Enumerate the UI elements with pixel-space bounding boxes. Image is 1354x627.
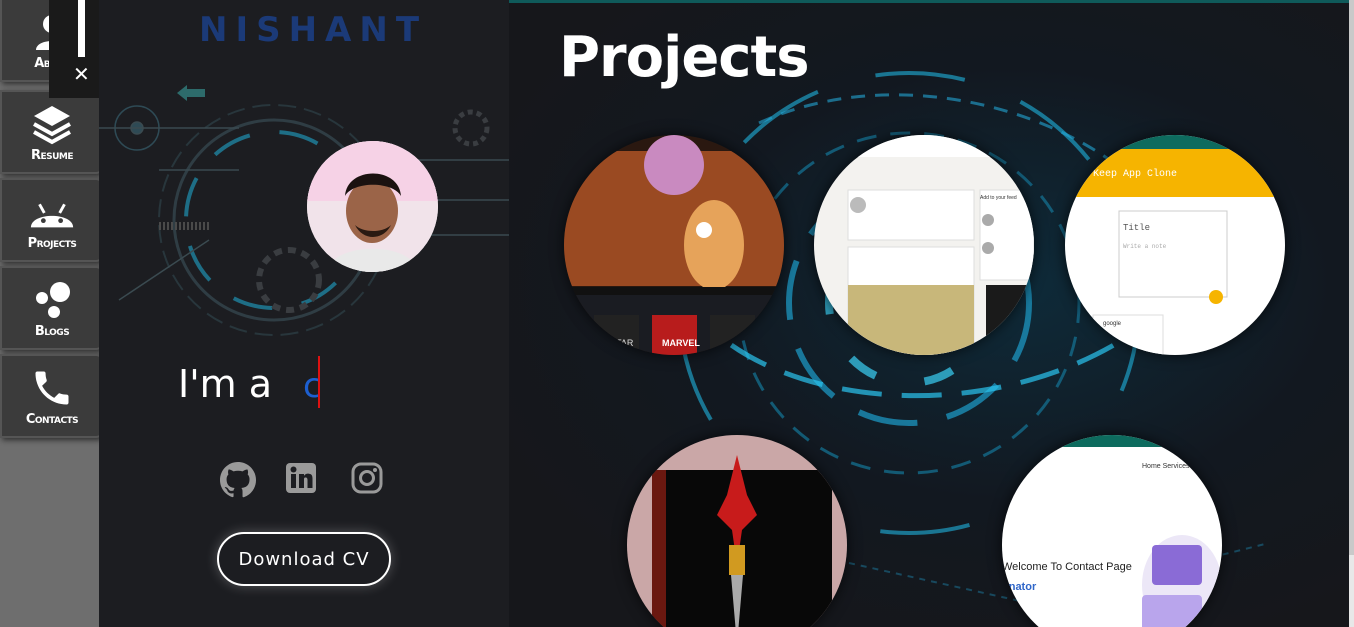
nav-projects-label: Projects <box>27 235 77 251</box>
linkedin-clone-project-card[interactable]: Add to your feed <box>814 135 1034 355</box>
download-cv-button[interactable]: Download CV <box>217 532 391 586</box>
add-to-feed-caption: Add to your feed <box>980 195 1017 201</box>
close-icon[interactable]: ✕ <box>73 62 90 86</box>
nav-blogs-button[interactable]: Blogs <box>0 266 104 350</box>
marvel-caption: MARVEL <box>662 338 700 348</box>
keep-app-clone-project-card[interactable]: Keep App Clone Title Write a note google <box>1065 135 1285 355</box>
nav-resume-label: Resume <box>30 147 74 163</box>
keep-app-title: Keep App Clone <box>1093 169 1178 180</box>
layers-icon <box>28 102 76 146</box>
instagram-icon[interactable] <box>351 462 387 498</box>
nav-contacts-label: Contacts <box>25 411 79 427</box>
projects-heading: Projects <box>559 25 810 90</box>
profile-avatar <box>307 141 438 272</box>
cartoon-streaming-project-card[interactable]: MARVEL STAR <box>564 135 784 355</box>
profile-panel: NISHANT I'm a c Download CV <box>99 0 509 627</box>
typing-cursor <box>318 356 320 408</box>
keep-title-field: Title <box>1123 223 1151 233</box>
nav-resume-button[interactable]: Resume <box>0 90 104 174</box>
star-caption: STAR <box>610 338 634 348</box>
contact-nav-text: Home Services Ab <box>1142 463 1200 470</box>
tech-circuit-decoration <box>99 85 509 336</box>
keep-google-note: google <box>1103 321 1122 327</box>
nav-blogs-label: Blogs <box>34 323 70 339</box>
keep-note-field: Write a note <box>1123 243 1167 250</box>
nav-projects-button[interactable]: Projects <box>0 178 104 262</box>
site-logo[interactable]: NISHANT <box>199 10 427 50</box>
contact-page-subheading: onator <box>1002 581 1037 593</box>
linkedin-icon[interactable] <box>285 462 321 498</box>
page-scrollbar[interactable] <box>1349 0 1354 627</box>
android-icon <box>28 190 76 234</box>
contact-page-heading: Welcome To Contact Page <box>1002 561 1132 573</box>
github-icon[interactable] <box>220 462 257 498</box>
projects-section: Projects MARVEL STAR Add to your feed Ke… <box>509 0 1349 627</box>
intro-text: I'm a <box>178 362 273 406</box>
phone-icon <box>28 366 76 410</box>
toggle-bar <box>78 0 85 57</box>
scrollbar-thumb[interactable] <box>1349 0 1354 555</box>
nav-contacts-button[interactable]: Contacts <box>0 354 104 438</box>
bubbles-icon <box>28 278 76 322</box>
